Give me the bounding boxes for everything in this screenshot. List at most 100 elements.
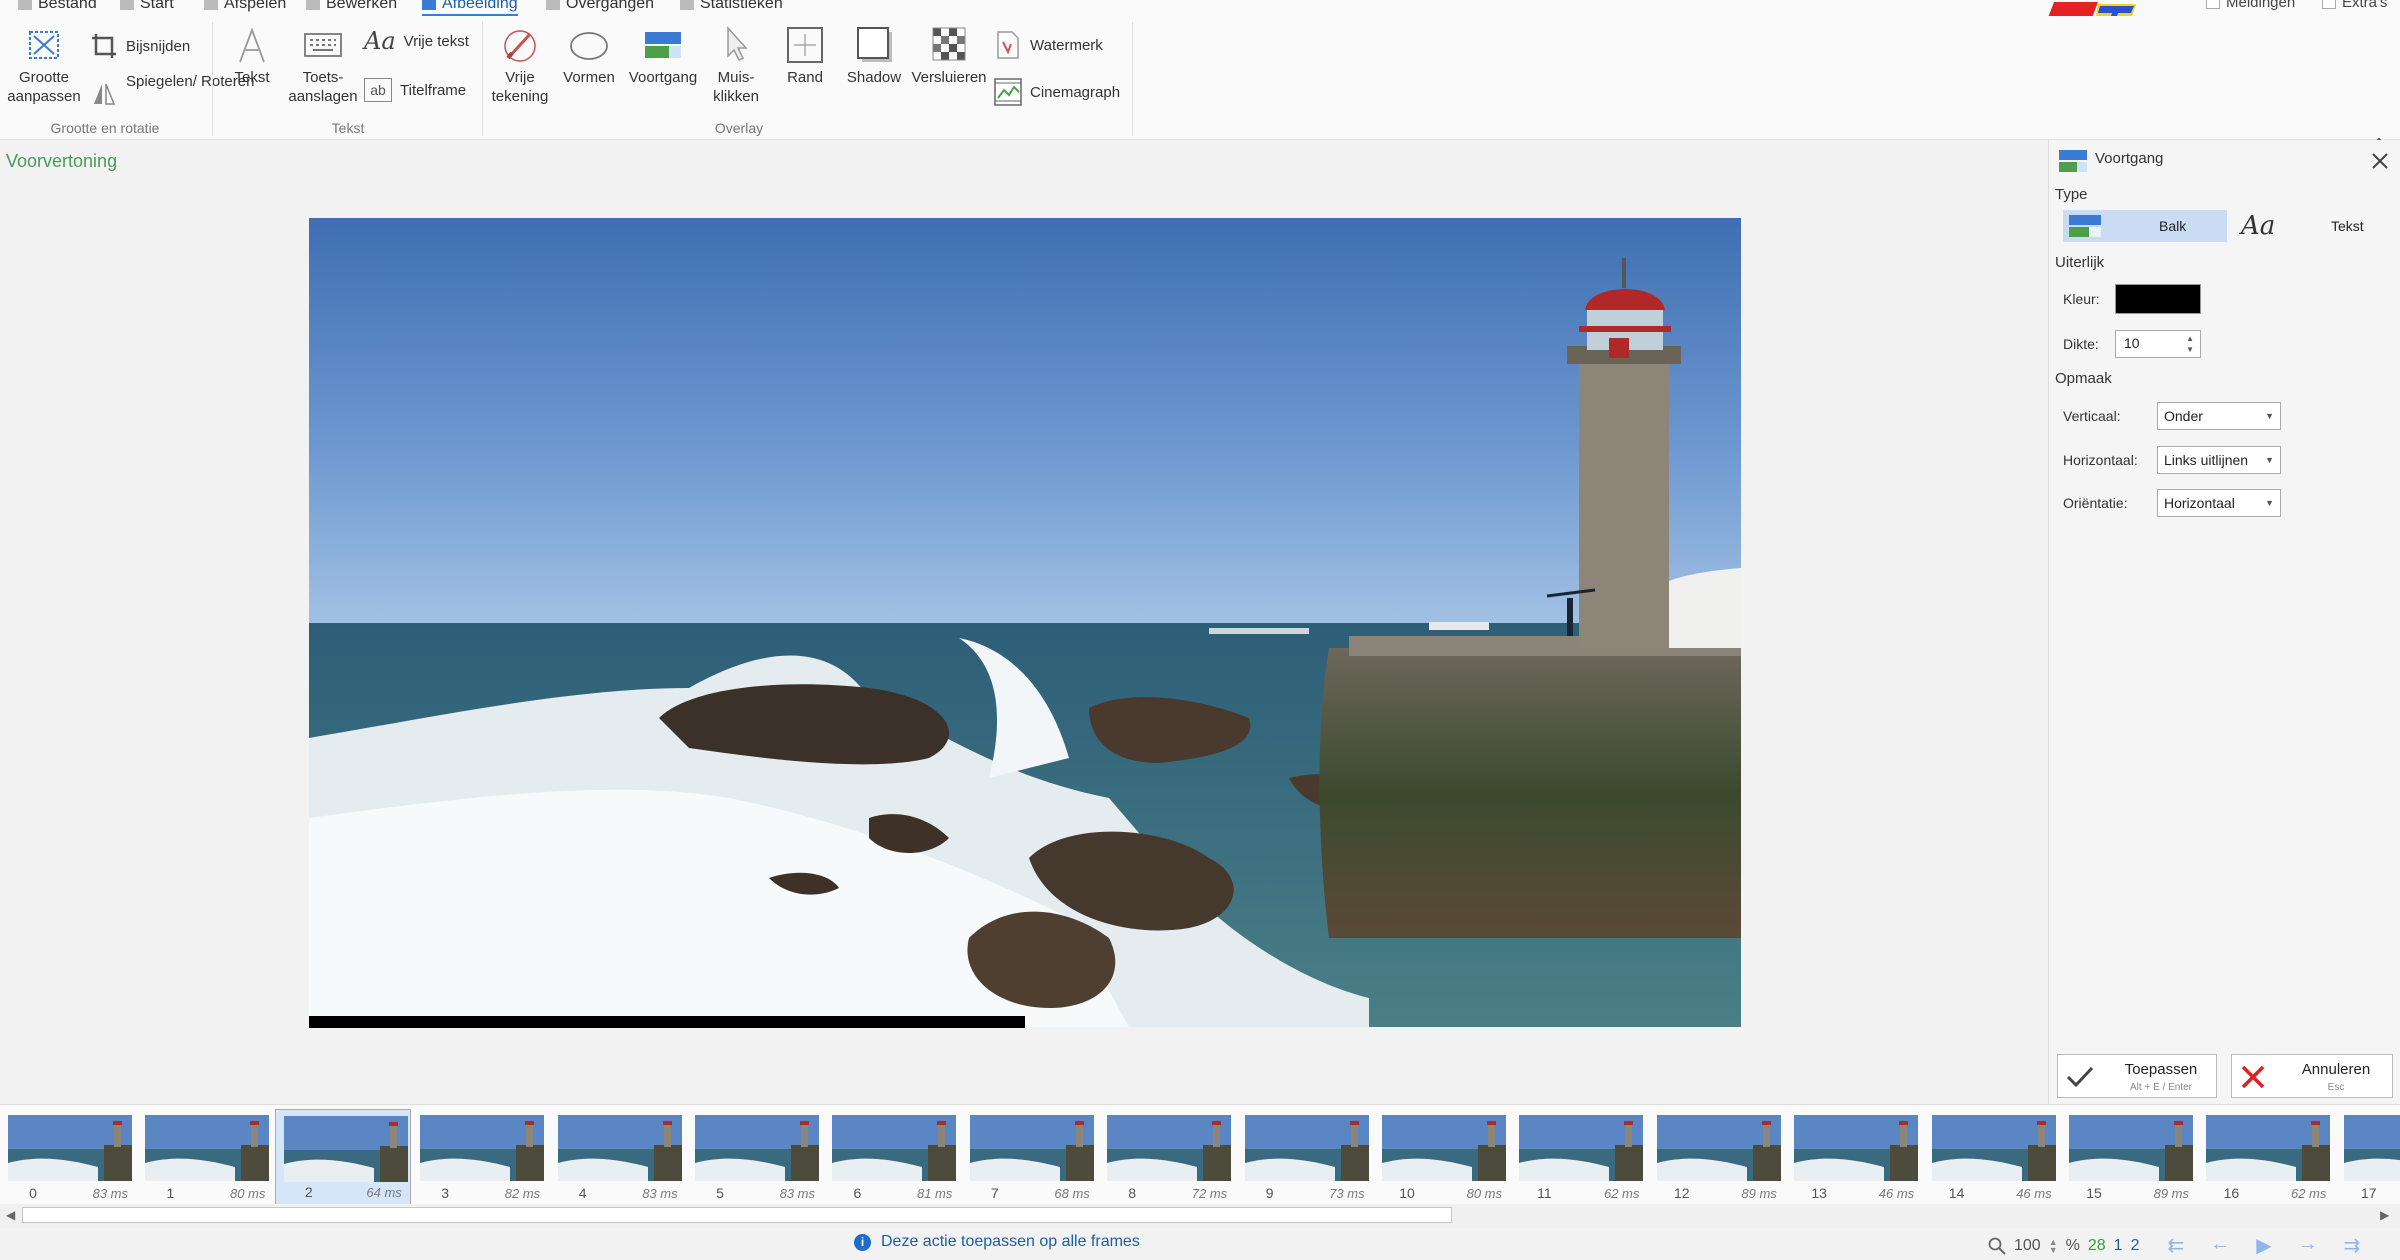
apply-button[interactable]: Toepassen Alt + E / Enter: [2057, 1054, 2217, 1098]
ellipse-icon: [570, 32, 608, 60]
orientation-select[interactable]: Horizontaal ▼: [2157, 489, 2281, 517]
obfuscate-button[interactable]: Versluieren: [908, 26, 990, 87]
frame-number: 5: [716, 1185, 724, 1201]
apply-label: Toepassen: [2124, 1061, 2198, 1078]
frame-number: 4: [578, 1185, 587, 1201]
menu-afspelen[interactable]: Afspelen: [204, 0, 286, 14]
shapes-button[interactable]: Vormen: [556, 26, 622, 87]
panel-title: Voortgang: [2095, 150, 2164, 167]
frame-thumbnail[interactable]: 1 80 ms: [137, 1109, 273, 1205]
preview-canvas[interactable]: [309, 218, 1741, 1027]
flip-rotate-button[interactable]: Spiegelen/ Roteren: [90, 72, 254, 108]
cancel-button[interactable]: Annuleren Esc: [2231, 1054, 2393, 1098]
frame-thumbnail[interactable]: 0 83 ms: [0, 1109, 136, 1205]
next-frame-icon[interactable]: →: [2298, 1233, 2318, 1258]
text-icon: [239, 27, 265, 63]
type-text-option[interactable]: Aa Tekst: [2237, 210, 2393, 242]
frame-image: [309, 218, 1741, 1027]
frame-thumbnail-image: [695, 1115, 819, 1181]
frame-delay: 83 ms: [92, 1186, 128, 1201]
group-label-text: Tekst: [331, 120, 365, 136]
progress-label: Voortgang: [628, 69, 698, 86]
scrollbar-thumb[interactable]: [22, 1207, 1452, 1223]
frame-thumbnail-image: [283, 1116, 408, 1182]
thickness-stepper[interactable]: 10 ▲ ▼: [2115, 330, 2201, 358]
menu-bestand[interactable]: Bestand: [18, 0, 97, 14]
title-frame-button[interactable]: ab Titelframe: [364, 78, 466, 102]
frame-strip-scrollbar[interactable]: ◀ ▶: [0, 1204, 2400, 1228]
color-picker[interactable]: [2115, 284, 2201, 314]
previous-frame-icon[interactable]: ←: [2210, 1233, 2230, 1258]
frame-thumbnail-image: [1107, 1115, 1232, 1181]
frame-thumbnail[interactable]: 12 89 ms: [1649, 1109, 1785, 1205]
mouse-clicks-button[interactable]: Muis- klikken: [704, 26, 768, 106]
free-drawing-label: Vrije tekening: [491, 69, 549, 105]
frame-thumbnail-image: [1656, 1115, 1781, 1181]
frame-thumbnail-image: [2206, 1115, 2331, 1181]
frame-thumbnail[interactable]: 14 46 ms: [1924, 1109, 2060, 1205]
info-icon: i: [854, 1233, 871, 1251]
progress-button[interactable]: Voortgang: [622, 26, 704, 87]
frame-thumbnail[interactable]: 10 80 ms: [1374, 1109, 1510, 1205]
first-frame-icon[interactable]: ⇇: [2167, 1233, 2184, 1258]
frame-thumbnail[interactable]: 2 64 ms: [274, 1109, 411, 1205]
zoom-value[interactable]: 100: [2014, 1237, 2041, 1255]
frame-thumbnail[interactable]: 9 73 ms: [1237, 1109, 1373, 1205]
frame-thumbnail[interactable]: 15 89 ms: [2061, 1109, 2197, 1205]
ribbon-separator: [212, 22, 213, 136]
ribbon-toolbar: Grootte aanpassen Bijsnijden Spiegelen/ …: [0, 16, 2400, 148]
frame-navigation: ⇇ ← ▶ → ⇉: [2167, 1233, 2360, 1258]
watermark-button[interactable]: Watermerk: [994, 30, 1103, 60]
pencil-icon: [306, 0, 320, 10]
cancel-hint: Esc: [2327, 1082, 2345, 1093]
menu-statistieken[interactable]: Statistieken: [680, 0, 783, 14]
zoom-stepper-icon[interactable]: ▲ ▼: [2049, 1237, 2058, 1254]
frame-thumbnail[interactable]: 4 83 ms: [550, 1109, 686, 1205]
text-button[interactable]: Tekst: [222, 26, 282, 87]
watermark-label: Watermerk: [1030, 36, 1103, 54]
frame-thumbnail[interactable]: 5 83 ms: [687, 1109, 823, 1205]
frame-thumbnail[interactable]: 16 62 ms: [2198, 1109, 2334, 1205]
cinemagraph-button[interactable]: Cinemagraph: [994, 78, 1120, 106]
frame-thumbnail[interactable]: 17: [2336, 1109, 2400, 1205]
menu-afbeelding[interactable]: Afbeelding: [422, 0, 518, 16]
last-frame-icon[interactable]: ⇉: [2344, 1233, 2361, 1258]
type-bar-option[interactable]: Balk: [2063, 210, 2227, 242]
border-button[interactable]: Rand: [770, 26, 840, 87]
resize-icon: [29, 31, 59, 59]
crop-button[interactable]: Bijsnijden: [90, 32, 190, 60]
menu-overgangen[interactable]: Overgangen: [546, 0, 654, 14]
scroll-right-icon[interactable]: ▶: [2380, 1208, 2389, 1222]
extras-toggle[interactable]: Extra's: [2322, 0, 2387, 11]
save-icon: [18, 0, 32, 10]
keyboard-icon: [304, 33, 342, 57]
home-icon: [120, 0, 134, 10]
shadow-button[interactable]: Shadow: [840, 26, 908, 87]
frame-thumbnail[interactable]: 8 72 ms: [1099, 1109, 1235, 1205]
close-icon[interactable]: [2369, 150, 2391, 172]
play-icon[interactable]: ▶: [2256, 1233, 2271, 1258]
frame-thumbnail[interactable]: 3 82 ms: [412, 1109, 548, 1205]
resize-button[interactable]: Grootte aanpassen: [4, 26, 84, 106]
keystrokes-button[interactable]: Toets- aanslagen: [284, 26, 362, 106]
vertical-select[interactable]: Onder ▼: [2157, 402, 2281, 430]
menu-start[interactable]: Start: [120, 0, 174, 14]
notifications-toggle[interactable]: Meldingen: [2206, 0, 2295, 11]
free-drawing-button[interactable]: Vrije tekening: [484, 26, 556, 106]
free-text-button[interactable]: Aa Vrije tekst: [364, 29, 469, 53]
horizontal-select[interactable]: Links uitlijnen ▼: [2157, 446, 2281, 474]
frame-thumbnail[interactable]: 6 81 ms: [824, 1109, 960, 1205]
vertical-label: Verticaal:: [2063, 408, 2121, 424]
frame-thumbnail[interactable]: 11 62 ms: [1511, 1109, 1647, 1205]
frame-thumbnail[interactable]: 7 68 ms: [962, 1109, 1098, 1205]
frame-strip: 0 83 ms 1 80 ms 2 64 ms 3 82 ms 4 83 ms 5 83 ms 6 81 …: [0, 1104, 2400, 1205]
notifications-checkbox-icon: [2206, 0, 2220, 9]
stepper-arrows-icon[interactable]: ▲ ▼: [2186, 333, 2194, 355]
apply-to-all-frames-link[interactable]: i Deze actie toepassen op alle frames: [854, 1233, 1140, 1251]
menu-bewerken[interactable]: Bewerken: [306, 0, 397, 14]
pixelate-icon: [932, 27, 966, 61]
frame-thumbnail[interactable]: 13 46 ms: [1786, 1109, 1922, 1205]
info-icon: [680, 0, 694, 10]
selected-count: 1: [2113, 1236, 2123, 1254]
scroll-left-icon[interactable]: ◀: [6, 1208, 15, 1222]
